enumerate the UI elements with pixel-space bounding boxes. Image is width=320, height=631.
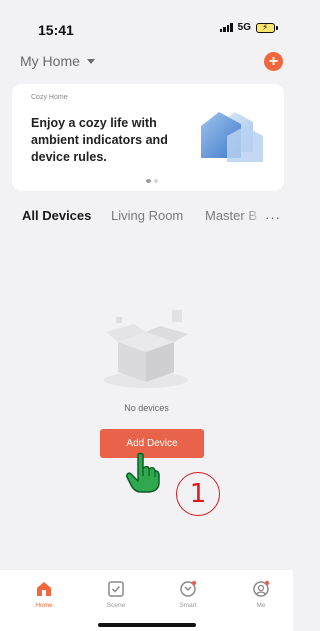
banner-pagination	[146, 179, 158, 183]
empty-message: No devices	[124, 403, 169, 413]
battery-charging-icon: ⚡	[256, 22, 278, 33]
pagination-dot	[154, 179, 158, 183]
empty-box-illustration	[104, 310, 188, 388]
tab-all-devices[interactable]: All Devices	[22, 208, 91, 223]
status-indicators: 5G ⚡	[219, 22, 278, 33]
plus-icon: +	[268, 52, 279, 70]
home-selector-label: My Home	[20, 53, 80, 69]
nav-home-label: Home	[35, 602, 53, 609]
home-icon	[37, 582, 51, 596]
banner-tag: Cozy Home	[31, 94, 68, 101]
nav-smart-label: Smart	[179, 602, 197, 609]
nav-home[interactable]: Home	[19, 580, 69, 609]
tab-fade	[245, 208, 265, 226]
nav-scene[interactable]: Scene	[91, 580, 141, 609]
signal-icon	[219, 23, 233, 32]
banner-text: Enjoy a cozy life with ambient indicator…	[31, 116, 168, 164]
nav-me[interactable]: Me	[236, 580, 286, 609]
more-tabs-button[interactable]: ···	[265, 210, 281, 225]
add-button[interactable]: +	[264, 52, 283, 71]
nav-scene-label: Scene	[106, 602, 126, 609]
profile-icon	[253, 580, 270, 597]
home-selector[interactable]: My Home	[20, 53, 95, 69]
smart-icon	[180, 580, 197, 597]
pointing-hand-icon	[126, 452, 160, 493]
status-time: 15:41	[38, 22, 74, 38]
checkbox-icon	[108, 581, 124, 597]
cozy-home-illustration	[201, 112, 263, 162]
bottom-nav: Home Scene Smart Me	[0, 570, 293, 631]
nav-smart[interactable]: Smart	[163, 580, 213, 609]
caret-down-icon	[86, 59, 95, 64]
status-bar: 15:41 5G ⚡	[0, 0, 293, 44]
promo-banner[interactable]: Cozy Home Enjoy a cozy life with ambient…	[12, 84, 284, 191]
tab-living-room[interactable]: Living Room	[111, 208, 183, 223]
home-indicator	[98, 623, 196, 627]
network-type: 5G	[237, 22, 251, 33]
step-number-badge: 1	[176, 472, 220, 516]
step-number: 1	[189, 479, 207, 509]
pagination-dot-active	[146, 179, 151, 183]
room-tabs: All Devices Living Room Master B ···	[0, 208, 293, 230]
nav-me-label: Me	[256, 602, 266, 609]
